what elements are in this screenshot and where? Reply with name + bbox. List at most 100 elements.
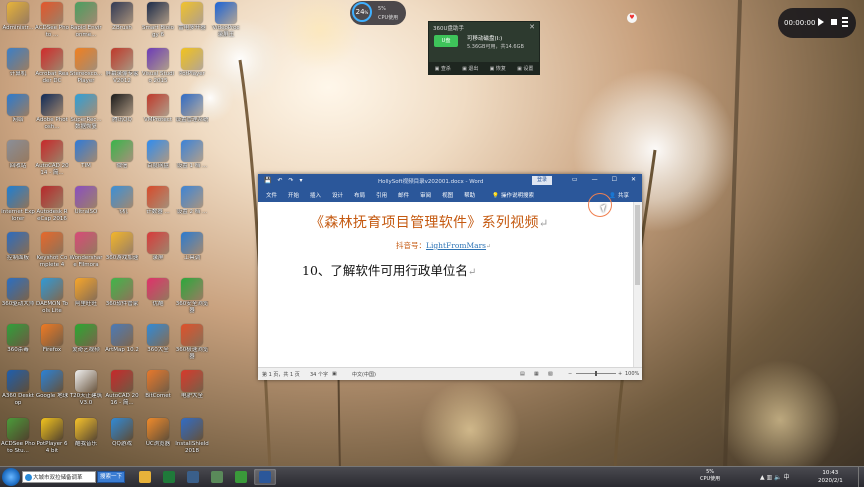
taskbar-search-input[interactable]: 大城市双拉储备调革 [22, 471, 96, 483]
desktop-shortcut[interactable]: 360杀毒 [1, 324, 35, 354]
tab-home[interactable]: 开始 [288, 191, 299, 199]
status-language[interactable]: 中文(中国) [352, 371, 376, 378]
desktop-shortcut[interactable]: Rapid Environme... [69, 2, 103, 38]
desktop-shortcut[interactable]: VideoProc 录屏王 [209, 2, 243, 38]
desktop-shortcut[interactable]: 百度网盘 [141, 140, 175, 170]
play-icon[interactable] [818, 18, 824, 26]
desktop-shortcut[interactable]: 360游戏加速 [105, 232, 139, 262]
desktop-shortcut[interactable]: 工具调 [175, 232, 209, 262]
tab-mailings[interactable]: 邮件 [398, 191, 409, 199]
desktop-shortcut[interactable]: 雷电多开器 [175, 2, 209, 32]
customize-qat-icon[interactable]: ▾ [300, 177, 303, 184]
desktop-shortcut[interactable]: Administr... [1, 2, 35, 32]
desktop-shortcut[interactable]: Google 地球 [35, 370, 69, 400]
undo-icon[interactable]: ↶ [277, 177, 282, 184]
desktop-shortcut[interactable]: 网络 [1, 94, 35, 124]
desktop-shortcut[interactable]: QQ游戏 [105, 418, 139, 448]
status-page[interactable]: 第 1 页，共 1 页 [262, 371, 300, 378]
desktop-shortcut[interactable]: Firefox [35, 324, 69, 354]
status-words[interactable]: 34 个字 [310, 371, 328, 378]
desktop-shortcut[interactable]: BitComet [141, 370, 175, 400]
web-layout-icon[interactable]: ▧ [548, 371, 553, 377]
tab-file[interactable]: 文件 [266, 191, 277, 199]
close-button[interactable]: ✕ [631, 176, 636, 183]
desktop-shortcut[interactable]: T20天正建筑 V3.0 [69, 370, 103, 406]
network-tray-icon[interactable]: ▥ [767, 474, 773, 481]
usb-restore-button[interactable]: ▣ 恢复 [490, 65, 506, 72]
scrollbar-thumb[interactable] [635, 205, 640, 285]
desktop-shortcut[interactable]: 设置 2 档 ... [175, 186, 209, 216]
desktop-shortcut[interactable]: A360 Desktop [1, 370, 35, 406]
zoom-in-icon[interactable]: + [618, 371, 622, 377]
maximize-button[interactable]: ☐ [612, 176, 617, 183]
desktop-shortcut[interactable]: VMProtect [141, 94, 175, 124]
desktop-shortcut[interactable]: Wondershare Filmora [69, 232, 103, 268]
desktop-shortcut[interactable]: PotPlayer [175, 48, 209, 78]
save-icon[interactable]: 💾 [264, 177, 271, 184]
volume-icon[interactable]: 🔈 [774, 474, 781, 481]
media-taskbar-icon[interactable] [182, 469, 204, 485]
desktop-shortcut[interactable]: Adobe Photosh... [35, 94, 69, 130]
desktop-shortcut[interactable]: 360安全浏览器 [175, 278, 209, 314]
tab-layout[interactable]: 布局 [354, 191, 365, 199]
desktop-shortcut[interactable]: 飞机 [105, 186, 139, 216]
menu-icon[interactable] [842, 17, 848, 27]
desktop-shortcut[interactable]: ArtMap 10.2 [105, 324, 139, 354]
desktop-shortcut[interactable]: Internet Explorer [1, 186, 35, 222]
desktop-shortcut[interactable]: 优酷 [141, 278, 175, 308]
login-button[interactable]: 登录 [532, 176, 552, 185]
desktop-shortcut[interactable]: AutoCAD 2014 - 简... [35, 140, 69, 176]
desktop-shortcut[interactable]: Acrobat Reader DC [35, 48, 69, 84]
desktop-shortcut[interactable]: TIM [69, 140, 103, 170]
desktop-shortcut[interactable]: Keyshot Complete 4 [35, 232, 69, 268]
proofing-icon[interactable]: ▣ [332, 371, 337, 377]
desktop-shortcut[interactable]: ACDSee Photo ... [35, 2, 69, 38]
word-taskbar-icon[interactable] [254, 469, 276, 485]
app-taskbar-icon[interactable] [206, 469, 228, 485]
desktop-shortcut[interactable]: 屏幕录像专家 V2012 [105, 48, 139, 84]
word-titlebar[interactable]: 💾 ↶ ↷ ▾ HollySoft视频目录v202001.docx - Word… [258, 174, 642, 188]
tab-references[interactable]: 引用 [376, 191, 387, 199]
excel-taskbar-icon[interactable] [158, 469, 180, 485]
usb-eject-button[interactable]: ▣ 退出 [462, 65, 478, 72]
taskbar-clock[interactable]: 10:43 2020/2/1 [818, 469, 843, 485]
taskbar-cpu-meter[interactable]: 5% CPU使用 [700, 469, 720, 482]
minimize-button[interactable]: — [592, 176, 598, 183]
desktop-shortcut[interactable]: UC浏览器 [141, 418, 175, 448]
vertical-scrollbar[interactable] [633, 202, 642, 368]
desktop-shortcut[interactable]: 360驱动大师 [1, 278, 35, 308]
zoom-slider[interactable] [576, 371, 616, 376]
input-method-icon[interactable]: 中 [784, 474, 790, 481]
print-layout-icon[interactable]: ▦ [534, 371, 539, 377]
desktop-shortcut[interactable]: Autodesk ReCap 2016 [35, 186, 69, 222]
desktop-shortcut[interactable]: Visual Studio 2015 [141, 48, 175, 84]
desktop-shortcut[interactable]: Smart Biology 6 [141, 2, 175, 38]
stop-icon[interactable] [831, 19, 837, 25]
desktop-shortcut[interactable]: ZBrush [105, 2, 139, 32]
desktop-shortcut[interactable]: 360大全 [141, 324, 175, 354]
explorer-taskbar-icon[interactable] [134, 469, 156, 485]
desktop-shortcut[interactable]: 回收站 [1, 140, 35, 170]
desktop-shortcut[interactable]: 酷我音乐 [69, 418, 103, 448]
desktop-shortcut[interactable]: 电驴大全 [175, 370, 209, 400]
desktop-shortcut[interactable]: 录屏 [141, 232, 175, 262]
zoom-out-icon[interactable]: − [568, 371, 572, 377]
usb-scan-button[interactable]: ▣ 查杀 [435, 65, 451, 72]
tab-review[interactable]: 审阅 [420, 191, 431, 199]
douyin-link[interactable]: LightFromMars [426, 241, 486, 250]
desktop-shortcut[interactable]: AutoCAD 2016 - 简... [105, 370, 139, 406]
tab-help[interactable]: 帮助 [464, 191, 475, 199]
tab-view[interactable]: 视图 [442, 191, 453, 199]
notification-badge-icon[interactable]: ♥ [627, 13, 637, 23]
show-desktop-button[interactable] [858, 467, 864, 487]
read-mode-icon[interactable]: ▤ [520, 371, 525, 377]
tray-expand-icon[interactable]: ▲ [760, 474, 765, 481]
desktop-shortcut[interactable]: InstallShield 2018 [175, 418, 209, 454]
desktop-shortcut[interactable]: 计数器 ... [141, 186, 175, 216]
desktop-shortcut[interactable]: 设置管理系统 [175, 94, 209, 124]
desktop-shortcut[interactable]: 360极速浏览器 [175, 324, 209, 360]
desktop-shortcut[interactable]: DAEMON Tools Lite [35, 278, 69, 314]
tab-design[interactable]: 设计 [332, 191, 343, 199]
tell-me-search[interactable]: 💡 操作说明搜索 [492, 191, 534, 199]
usb-popup-close-button[interactable]: ✕ [529, 23, 535, 31]
